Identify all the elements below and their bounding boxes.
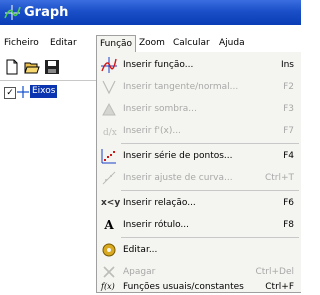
toolbar <box>0 56 100 78</box>
menu-separator <box>121 190 299 191</box>
menu-bar: Ficheiro Editar Função Zoom Calcular Aju… <box>0 34 301 53</box>
menuitem-apagar[interactable]: Apagar Ctrl+Del <box>97 261 302 283</box>
graph-app-icon <box>4 5 21 20</box>
menu-ficheiro[interactable]: Ficheiro <box>1 34 42 52</box>
svg-text:d/x: d/x <box>103 128 117 138</box>
menu-calcular[interactable]: Calcular <box>170 34 213 52</box>
menuitem-inserir-relacao[interactable]: x<y Inserir relação... F6 <box>97 192 302 214</box>
menu-separator <box>121 237 299 238</box>
open-folder-icon[interactable] <box>24 59 40 75</box>
menuitem-inserir-derivada[interactable]: d/x Inserir f'(x)... F7 <box>97 120 302 142</box>
axes-icon <box>17 86 29 98</box>
window-title: Graph <box>24 5 69 20</box>
menuitem-editar[interactable]: Editar... <box>97 239 302 261</box>
menuitem-inserir-tangente[interactable]: Inserir tangente/normal... F2 <box>97 76 302 98</box>
eixos-checkbox[interactable]: ✓ <box>4 87 16 99</box>
derivative-icon: d/x <box>103 128 117 138</box>
menu-funcao[interactable]: Função <box>96 35 137 53</box>
tangent-icon <box>102 80 116 95</box>
edit-icon <box>102 243 116 257</box>
menuitem-inserir-rotulo[interactable]: A Inserir rótulo... F8 <box>97 214 302 236</box>
save-icon[interactable] <box>44 59 60 75</box>
delete-icon <box>103 266 115 278</box>
menuitem-inserir-ajuste-curva[interactable]: Inserir ajuste de curva... Ctrl+T <box>97 167 302 189</box>
funcao-dropdown-menu: Inserir função... Ins Inserir tangente/n… <box>96 52 301 293</box>
new-file-icon[interactable] <box>4 59 20 75</box>
relation-icon: x<y <box>101 198 121 208</box>
element-tree: ✓ Eixos <box>0 80 100 294</box>
menuitem-inserir-sombra[interactable]: Inserir sombra... F3 <box>97 98 302 120</box>
tree-item-label: Eixos <box>30 85 58 98</box>
menu-editar[interactable]: Editar <box>47 34 80 52</box>
menuitem-inserir-funcao[interactable]: Inserir função... Ins <box>97 54 302 76</box>
menu-zoom[interactable]: Zoom <box>136 34 168 52</box>
insert-function-icon <box>101 57 117 73</box>
label-icon: A <box>104 218 114 232</box>
menuitem-inserir-serie-pontos[interactable]: Inserir série de pontos... F4 <box>97 145 302 167</box>
point-series-icon <box>101 149 116 164</box>
curve-fit-icon <box>102 171 116 185</box>
menuitem-funcoes-usuais[interactable]: f(x) Funções usuais/constantes Ctrl+F <box>97 282 302 293</box>
menu-ajuda[interactable]: Ajuda <box>216 34 248 52</box>
shade-icon <box>102 102 116 116</box>
menu-separator <box>121 143 299 144</box>
title-bar: Graph <box>0 0 301 25</box>
